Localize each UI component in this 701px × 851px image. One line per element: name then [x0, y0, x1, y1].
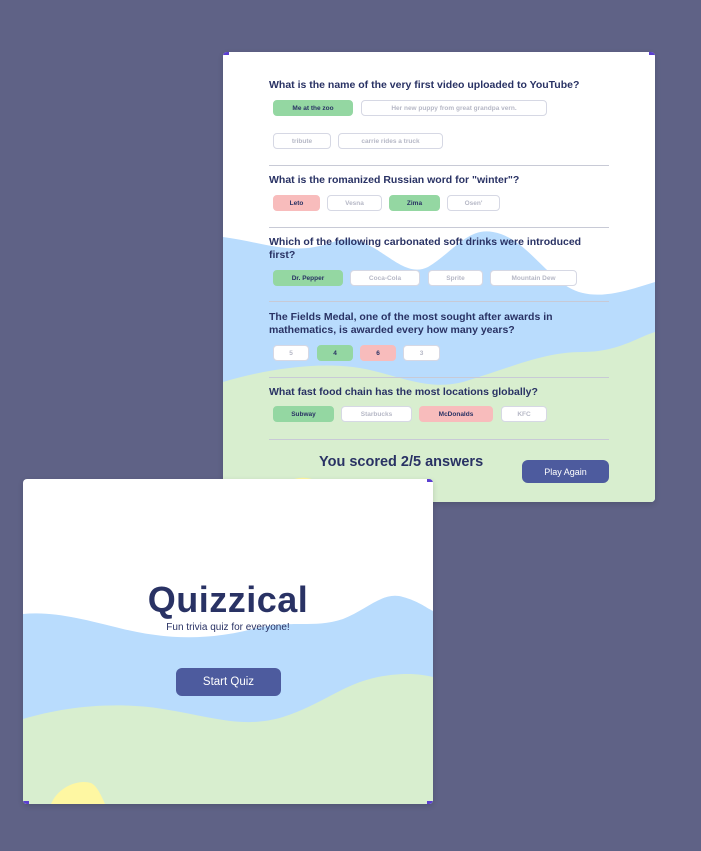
start-quiz-button[interactable]: Start Quiz	[176, 668, 281, 696]
divider	[269, 165, 609, 166]
answer-button[interactable]: 5	[273, 345, 309, 361]
answer-button[interactable]: McDonalds	[419, 406, 493, 422]
answer-button[interactable]: 4	[317, 345, 353, 361]
answer-button[interactable]: Mountain Dew	[490, 270, 577, 286]
answer-button[interactable]: Me at the zoo	[273, 100, 353, 116]
answer-button[interactable]: Subway	[273, 406, 334, 422]
answer-button[interactable]: Coca-Cola	[350, 270, 420, 286]
question-block: The Fields Medal, one of the most sought…	[269, 311, 609, 361]
question-text: Which of the following carbonated soft d…	[269, 236, 582, 261]
answer-button[interactable]: Dr. Pepper	[273, 270, 343, 286]
question-block: What fast food chain has the most locati…	[269, 386, 609, 422]
answer-button[interactable]: Vesna	[327, 195, 382, 211]
question-block: Which of the following carbonated soft d…	[269, 236, 609, 286]
answer-button[interactable]: 3	[403, 345, 440, 361]
corner-accent	[223, 52, 229, 55]
question-text: What is the name of the very first video…	[269, 79, 580, 91]
corner-accent	[427, 479, 433, 482]
question-block: What is the name of the very first video…	[269, 79, 609, 149]
answer-button[interactable]: Leto	[273, 195, 320, 211]
corner-accent	[427, 801, 433, 804]
app-title: Quizzical	[147, 579, 309, 620]
score-text: You scored 2/5 answers	[319, 454, 484, 470]
answer-button[interactable]: Zima	[389, 195, 440, 211]
answer-button[interactable]: Sprite	[428, 270, 483, 286]
answer-button[interactable]: KFC	[501, 406, 547, 422]
answer-button[interactable]: tribute	[273, 133, 331, 149]
answer-button[interactable]: Osen'	[447, 195, 500, 211]
answer-button[interactable]: Starbucks	[341, 406, 412, 422]
divider	[269, 301, 609, 302]
divider	[269, 227, 609, 228]
divider	[269, 377, 609, 378]
question-text: What fast food chain has the most locati…	[269, 386, 538, 398]
intro-card: Quizzical Fun trivia quiz for everyone! …	[23, 479, 433, 804]
corner-accent	[649, 52, 655, 55]
corner-accent	[23, 801, 29, 804]
question-block: What is the romanized Russian word for "…	[269, 174, 609, 211]
app-subtitle: Fun trivia quiz for everyone!	[166, 622, 290, 633]
question-text: The Fields Medal, one of the most sought…	[269, 311, 553, 336]
divider	[269, 439, 609, 440]
play-again-button[interactable]: Play Again	[522, 460, 609, 483]
answer-button[interactable]: Her new puppy from great grandpa vern.	[361, 100, 547, 116]
question-text: What is the romanized Russian word for "…	[269, 174, 520, 186]
quiz-results-card: What is the name of the very first video…	[223, 52, 655, 502]
background-blobs	[23, 595, 433, 804]
answer-button[interactable]: carrie rides a truck	[338, 133, 443, 149]
answer-button[interactable]: 6	[360, 345, 396, 361]
